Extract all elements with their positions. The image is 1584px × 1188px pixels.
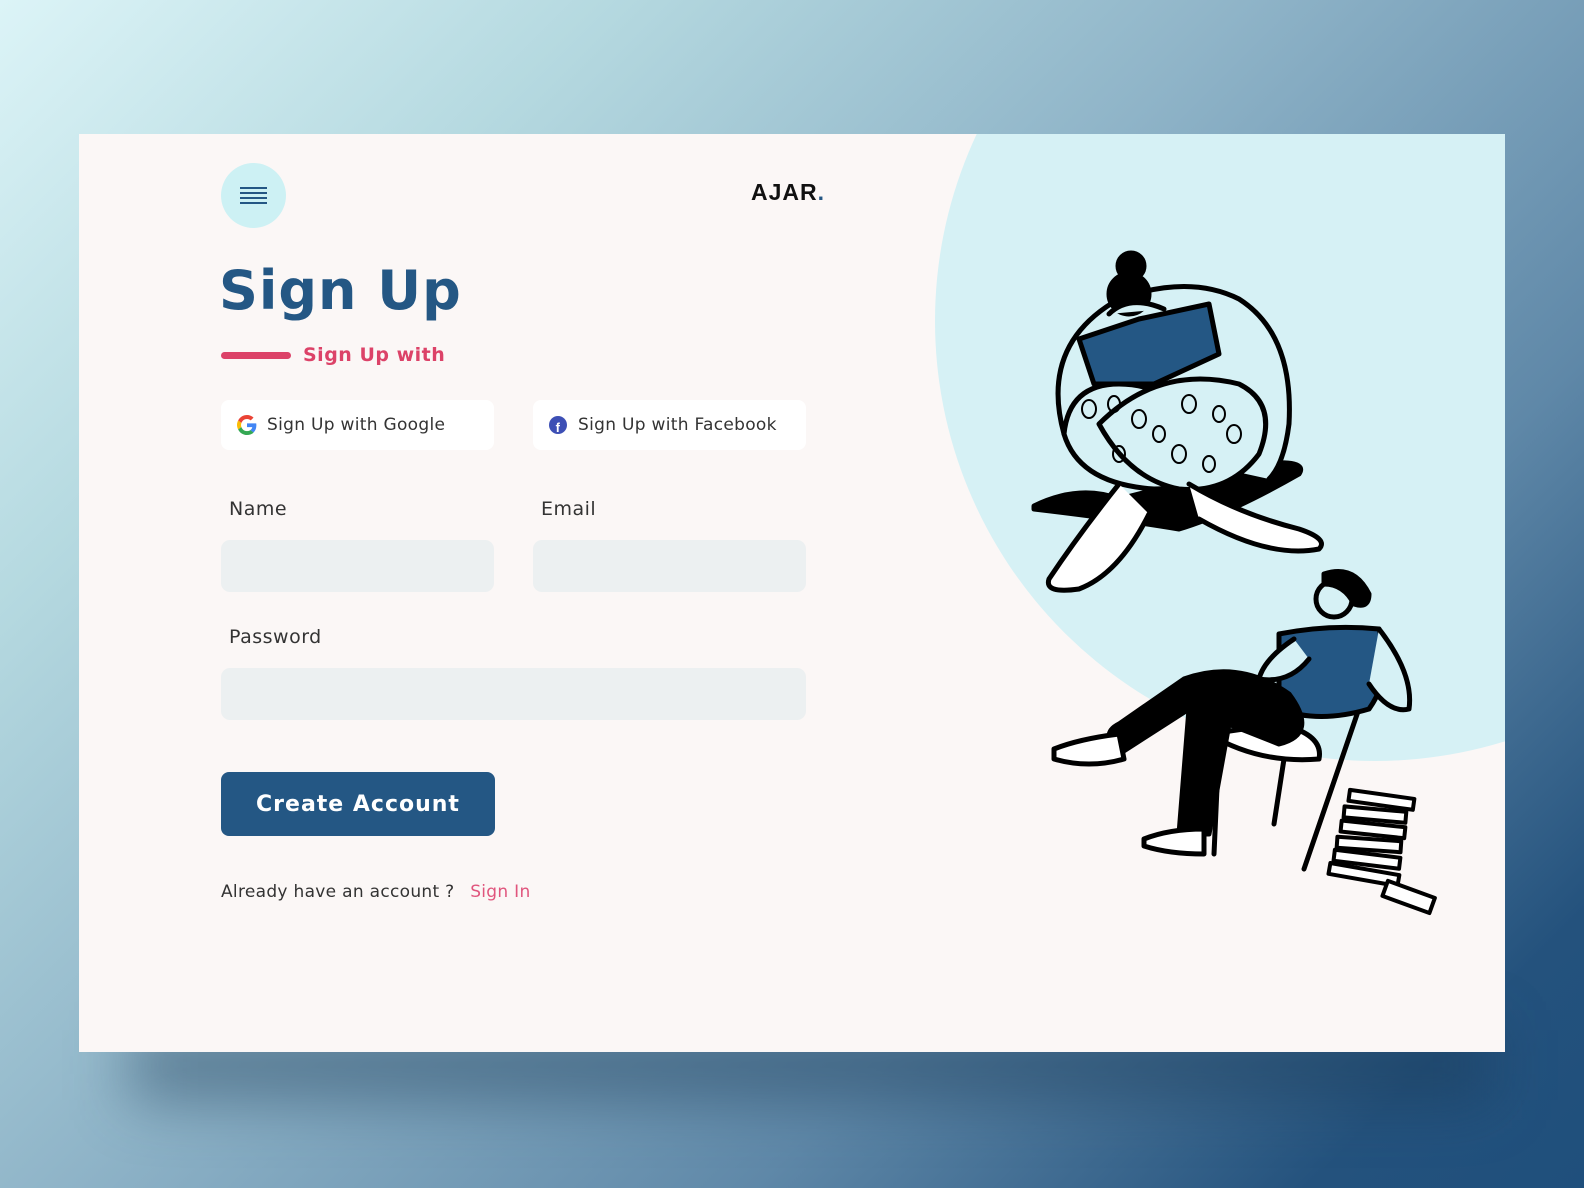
hamburger-menu-icon: [240, 187, 267, 204]
password-input[interactable]: [221, 668, 806, 720]
name-input[interactable]: [221, 540, 494, 592]
name-label: Name: [229, 498, 288, 520]
google-icon: [237, 415, 257, 435]
menu-button[interactable]: [221, 163, 286, 228]
email-input[interactable]: [533, 540, 806, 592]
illustration-background-circle: [935, 134, 1505, 761]
facebook-signup-button[interactable]: f Sign Up with Facebook: [533, 400, 806, 450]
subtitle: Sign Up with: [303, 344, 446, 366]
book-stack: [1326, 787, 1437, 916]
signin-link[interactable]: Sign In: [470, 882, 530, 902]
page-title: Sign Up: [219, 259, 462, 322]
signin-prompt: Already have an account ?: [221, 882, 455, 902]
signin-prompt-row: Already have an account ? Sign In: [221, 882, 531, 902]
email-label: Email: [541, 498, 597, 520]
google-signup-label: Sign Up with Google: [267, 415, 446, 435]
subtitle-row: Sign Up with: [221, 344, 445, 366]
brand-dot: .: [817, 179, 826, 205]
signup-card: AJAR. Sign Up Sign Up with Sign Up with …: [79, 134, 1505, 1052]
brand-name: AJAR: [751, 179, 818, 205]
accent-line: [221, 351, 291, 359]
facebook-icon: f: [549, 416, 567, 434]
facebook-signup-label: Sign Up with Facebook: [578, 415, 777, 435]
password-label: Password: [229, 626, 322, 648]
google-signup-button[interactable]: Sign Up with Google: [221, 400, 494, 450]
brand-logo[interactable]: AJAR.: [751, 179, 825, 206]
create-account-button[interactable]: Create Account: [221, 772, 495, 836]
